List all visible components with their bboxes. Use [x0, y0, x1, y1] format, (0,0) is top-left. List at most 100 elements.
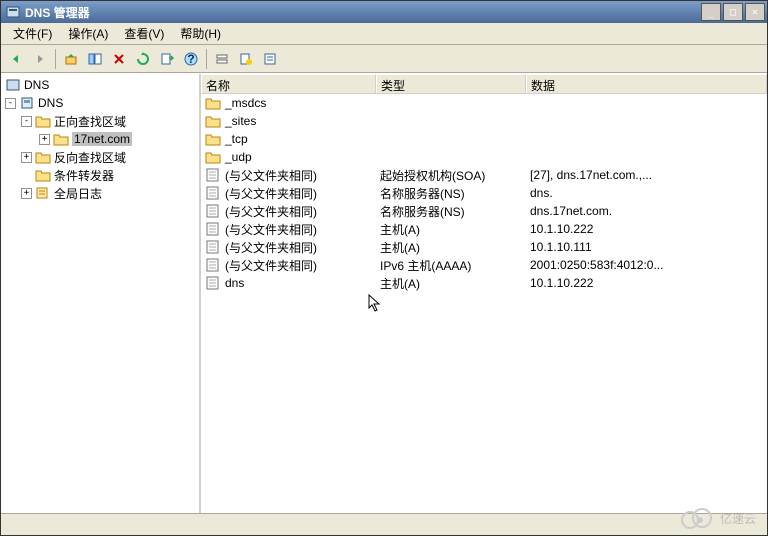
folder-icon — [35, 150, 51, 164]
expand-icon[interactable]: + — [21, 152, 32, 163]
record-icon — [205, 240, 221, 254]
dns-manager-window: DNS 管理器 _ □ ✕ 文件(F) 操作(A) 查看(V) 帮助(H) ? … — [0, 0, 768, 536]
up-button[interactable] — [60, 48, 82, 70]
list-row[interactable]: _msdcs — [201, 94, 767, 112]
menubar: 文件(F) 操作(A) 查看(V) 帮助(H) — [1, 23, 767, 45]
tree-label: 条件转发器 — [54, 167, 114, 184]
cell-data: 10.1.10.222 — [526, 222, 767, 236]
delete-button[interactable] — [108, 48, 130, 70]
back-button[interactable] — [5, 48, 27, 70]
window-title: DNS 管理器 — [25, 4, 701, 21]
record-icon — [205, 276, 221, 290]
tree-forward-zones[interactable]: - 正向查找区域 — [3, 112, 197, 130]
app-icon — [5, 4, 21, 20]
list-row[interactable]: _sites — [201, 112, 767, 130]
maximize-button[interactable]: □ — [723, 3, 743, 21]
tree-server[interactable]: - DNS — [3, 94, 197, 112]
tree-label: 正向查找区域 — [54, 113, 126, 130]
expand-icon[interactable]: + — [21, 188, 32, 199]
tree-conditional-forwarders[interactable]: 条件转发器 — [3, 166, 197, 184]
col-header-data[interactable]: 数据 — [526, 74, 767, 93]
minimize-button[interactable]: _ — [701, 3, 721, 21]
folder-icon — [35, 168, 51, 182]
statusbar — [1, 513, 767, 535]
list-row[interactable]: _tcp — [201, 130, 767, 148]
folder-icon — [35, 114, 51, 128]
cell-type: 名称服务器(NS) — [376, 203, 526, 220]
list-row[interactable]: _udp — [201, 148, 767, 166]
list-row[interactable]: dns 主机(A)10.1.10.222 — [201, 274, 767, 292]
titlebar: DNS 管理器 _ □ ✕ — [1, 1, 767, 23]
list-body: _msdcs _sites _tcp _udp (与父文件夹相同) 起始授权机构(SOA)… — [201, 94, 767, 513]
list-row[interactable]: (与父文件夹相同) 起始授权机构(SOA)[27], dns.17net.com.… — [201, 166, 767, 184]
dns-root-icon — [5, 78, 21, 92]
list-panel: 名称 类型 数据 _msdcs _sites _tcp _udp (与父文件夹相同) 起始… — [201, 74, 767, 513]
list-row[interactable]: (与父文件夹相同)主机(A)10.1.10.111 — [201, 238, 767, 256]
folder-icon — [205, 150, 221, 164]
record-icon — [205, 258, 221, 272]
cell-data: [27], dns.17net.com.,... — [526, 168, 767, 182]
list-header: 名称 类型 数据 — [201, 74, 767, 94]
menu-view[interactable]: 查看(V) — [116, 23, 172, 44]
tree-panel: DNS - DNS - 正向查找区域 + 17net.com + 反向查找区域 — [1, 74, 201, 513]
show-hide-tree-button[interactable] — [84, 48, 106, 70]
folder-icon — [205, 132, 221, 146]
collapse-icon[interactable]: - — [5, 98, 16, 109]
list-row[interactable]: (与父文件夹相同) 名称服务器(NS)dns. — [201, 184, 767, 202]
new-record-button[interactable] — [235, 48, 257, 70]
tree-label: 反向查找区域 — [54, 149, 126, 166]
cell-name: _udp — [225, 150, 252, 164]
cell-name: _sites — [225, 114, 256, 128]
cell-data: 10.1.10.111 — [526, 240, 767, 254]
server-icon — [19, 96, 35, 110]
menu-help[interactable]: 帮助(H) — [172, 23, 229, 44]
cell-name: _msdcs — [225, 96, 266, 110]
cell-type: 名称服务器(NS) — [376, 185, 526, 202]
close-button[interactable]: ✕ — [745, 3, 765, 21]
record-icon — [205, 222, 221, 236]
cell-name: dns — [225, 276, 244, 290]
cell-name: (与父文件夹相同) — [225, 203, 317, 220]
cell-name: (与父文件夹相同) — [225, 185, 317, 202]
cell-name: _tcp — [225, 132, 248, 146]
tree-reverse-zones[interactable]: + 反向查找区域 — [3, 148, 197, 166]
refresh-button[interactable] — [132, 48, 154, 70]
cell-data: 2001:0250:583f:4012:0... — [526, 258, 767, 272]
tree-zone-17net[interactable]: + 17net.com — [3, 130, 197, 148]
cell-type: 主机(A) — [376, 275, 526, 292]
tree-label: DNS — [38, 96, 63, 110]
log-icon — [35, 186, 51, 200]
record-icon — [205, 186, 221, 200]
help-button[interactable]: ? — [180, 48, 202, 70]
collapse-icon[interactable]: - — [21, 116, 32, 127]
expand-icon[interactable]: + — [39, 134, 50, 145]
filter-button[interactable] — [211, 48, 233, 70]
cell-data: 10.1.10.222 — [526, 276, 767, 290]
tree-global-log[interactable]: + 全局日志 — [3, 184, 197, 202]
tree-label: 全局日志 — [54, 185, 102, 202]
col-header-name[interactable]: 名称 — [201, 74, 376, 93]
tree-label: DNS — [24, 78, 49, 92]
record-icon — [205, 168, 221, 182]
menu-action[interactable]: 操作(A) — [60, 23, 116, 44]
properties-button[interactable] — [259, 48, 281, 70]
folder-icon — [205, 96, 221, 110]
cell-type: 主机(A) — [376, 221, 526, 238]
cell-type: 起始授权机构(SOA) — [376, 167, 526, 184]
cell-data: dns. — [526, 186, 767, 200]
tree-label: 17net.com — [72, 132, 132, 146]
cell-type: 主机(A) — [376, 239, 526, 256]
tree-root-dns[interactable]: DNS — [3, 76, 197, 94]
list-row[interactable]: (与父文件夹相同)IPv6 主机(AAAA)2001:0250:583f:401… — [201, 256, 767, 274]
cell-type: IPv6 主机(AAAA) — [376, 257, 526, 274]
content-area: DNS - DNS - 正向查找区域 + 17net.com + 反向查找区域 — [1, 73, 767, 513]
col-header-type[interactable]: 类型 — [376, 74, 526, 93]
forward-button[interactable] — [29, 48, 51, 70]
menu-file[interactable]: 文件(F) — [5, 23, 60, 44]
window-controls: _ □ ✕ — [701, 3, 767, 21]
export-button[interactable] — [156, 48, 178, 70]
folder-icon — [205, 114, 221, 128]
cell-name: (与父文件夹相同) — [225, 167, 317, 184]
list-row[interactable]: (与父文件夹相同)名称服务器(NS)dns.17net.com. — [201, 202, 767, 220]
list-row[interactable]: (与父文件夹相同)主机(A)10.1.10.222 — [201, 220, 767, 238]
